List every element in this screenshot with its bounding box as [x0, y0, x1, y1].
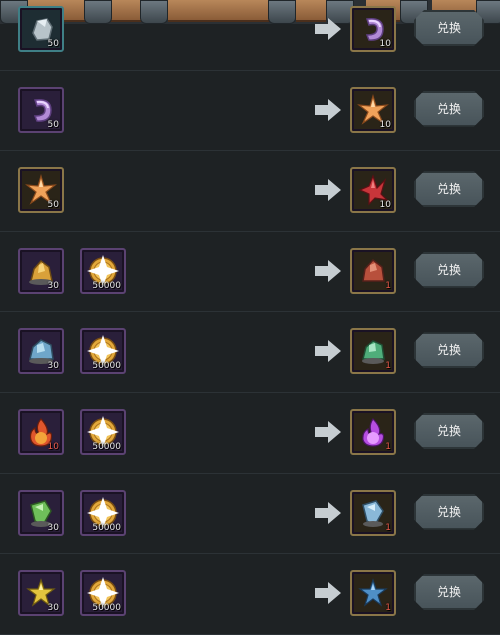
arrow-right-icon — [315, 259, 341, 282]
item-quantity: 30 — [47, 361, 59, 372]
item-slot[interactable]: 1 — [350, 328, 396, 375]
exchange-button[interactable]: 兑换 — [414, 171, 484, 207]
exchange-row: 50 10 兑换 — [0, 71, 500, 152]
item-quantity: 50000 — [92, 441, 121, 452]
item-quantity: 30 — [47, 280, 59, 291]
item-quantity: 10 — [379, 39, 391, 49]
item-slot[interactable]: 1 — [350, 408, 396, 455]
exchange-row: 30 50000 1 兑换 — [0, 312, 500, 393]
exchange-row: 50 10 兑换 — [0, 151, 500, 232]
item-quantity: 50000 — [92, 280, 121, 291]
arrow-right-icon — [315, 98, 341, 121]
exchange-button[interactable]: 兑换 — [414, 91, 484, 127]
item-slot[interactable]: 50000 — [80, 328, 126, 375]
exchange-row: 30 50000 1 兑换 — [0, 554, 500, 635]
exchange-button[interactable]: 兑换 — [414, 252, 484, 288]
item-quantity: 1 — [385, 441, 391, 452]
item-quantity: 10 — [47, 441, 59, 452]
item-slot[interactable]: 1 — [350, 570, 396, 617]
exchange-button[interactable]: 兑换 — [414, 413, 484, 449]
item-quantity: 1 — [385, 361, 391, 372]
item-slot[interactable]: 10 — [350, 6, 396, 52]
item-slot[interactable]: 50000 — [80, 247, 126, 294]
item-slot[interactable]: 50000 — [80, 570, 126, 617]
item-quantity: 30 — [47, 522, 59, 533]
item-quantity: 1 — [385, 603, 391, 614]
item-quantity: 1 — [385, 280, 391, 291]
item-quantity: 10 — [379, 200, 391, 211]
item-slot[interactable]: 50 — [18, 86, 64, 133]
item-quantity: 50000 — [92, 522, 121, 533]
exchange-button[interactable]: 兑换 — [414, 332, 484, 368]
arrow-right-icon — [315, 340, 341, 363]
exchange-row: 10 50000 1 兑换 — [0, 393, 500, 474]
item-slot[interactable]: 50 — [18, 6, 64, 52]
exchange-row: 30 50000 1 兑换 — [0, 474, 500, 555]
arrow-right-icon — [315, 420, 341, 443]
item-slot[interactable]: 30 — [18, 489, 64, 536]
item-slot[interactable]: 30 — [18, 570, 64, 617]
item-quantity: 50000 — [92, 361, 121, 372]
arrow-right-icon — [315, 18, 341, 40]
item-slot[interactable]: 30 — [18, 328, 64, 375]
exchange-list: 50 10 兑换 50 10 兑换 50 10 兑换 30 50000 1 兑换 30 50000 1 兑换 10… — [0, 0, 500, 635]
exchange-row: 30 50000 1 兑换 — [0, 232, 500, 313]
item-slot[interactable]: 1 — [350, 247, 396, 294]
item-slot[interactable]: 10 — [350, 86, 396, 133]
item-slot[interactable]: 50000 — [80, 408, 126, 455]
arrow-right-icon — [315, 179, 341, 202]
exchange-button[interactable]: 兑换 — [414, 10, 484, 46]
item-slot[interactable]: 1 — [350, 489, 396, 536]
item-slot[interactable]: 10 — [350, 167, 396, 214]
item-quantity: 10 — [379, 119, 391, 130]
item-quantity: 1 — [385, 522, 391, 533]
exchange-row: 50 10 兑换 — [0, 0, 500, 71]
exchange-button[interactable]: 兑换 — [414, 494, 484, 530]
item-quantity: 50000 — [92, 603, 121, 614]
arrow-right-icon — [315, 501, 341, 524]
item-slot[interactable]: 50000 — [80, 489, 126, 536]
item-quantity: 30 — [47, 603, 59, 614]
item-quantity: 50 — [47, 119, 59, 130]
arrow-right-icon — [315, 582, 341, 605]
item-slot[interactable]: 30 — [18, 247, 64, 294]
item-quantity: 50 — [47, 39, 59, 49]
item-quantity: 50 — [47, 200, 59, 211]
exchange-button[interactable]: 兑换 — [414, 574, 484, 610]
item-slot[interactable]: 10 — [18, 408, 64, 455]
item-slot[interactable]: 50 — [18, 167, 64, 214]
